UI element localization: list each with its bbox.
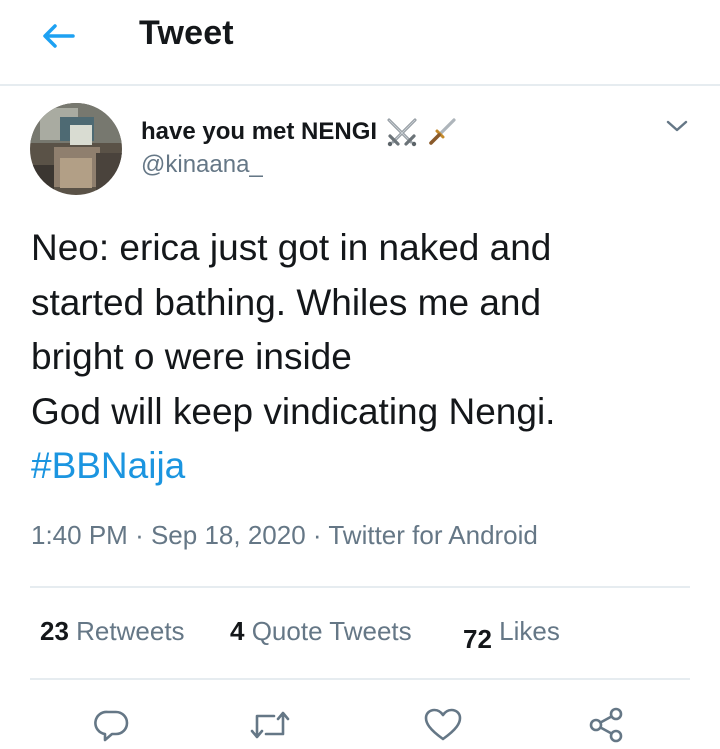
meta-separator: · — [135, 520, 144, 550]
share-button[interactable] — [584, 704, 628, 746]
likes-stat[interactable]: 72 Likes — [463, 616, 560, 654]
tweet-text: Neo: erica just got in naked and started… — [31, 221, 691, 494]
likes-label: Likes — [499, 616, 560, 646]
tweet-line: God will keep vindicating Nengi. — [31, 390, 556, 432]
divider — [30, 586, 690, 588]
retweets-count: 23 — [40, 616, 69, 646]
quote-tweets-count: 4 — [230, 616, 245, 646]
top-bar: Tweet — [0, 0, 720, 86]
share-icon — [589, 707, 623, 743]
quote-tweets-label: Quote Tweets — [251, 616, 412, 646]
dagger-icon — [429, 118, 456, 145]
tweet-source-link[interactable]: Twitter for Android — [328, 520, 538, 550]
avatar[interactable] — [30, 103, 122, 195]
more-options-button[interactable] — [660, 112, 694, 140]
tweet-actions — [0, 700, 720, 749]
quote-tweets-stat[interactable]: 4 Quote Tweets — [230, 616, 412, 647]
author-display-name[interactable]: have you met NENGI — [141, 117, 457, 147]
retweet-icon — [250, 711, 290, 739]
meta-separator: · — [312, 520, 322, 550]
author-handle[interactable]: @kinaana_ — [141, 151, 263, 179]
reply-button[interactable] — [90, 704, 134, 746]
crossed-swords-icon — [387, 118, 417, 147]
hashtag-link[interactable]: #BBNaija — [31, 439, 691, 494]
tweet-line: started bathing. Whiles me and — [31, 281, 542, 323]
arrow-left-icon — [43, 24, 75, 48]
page-title: Tweet — [139, 14, 234, 52]
retweets-stat[interactable]: 23 Retweets — [40, 616, 185, 647]
divider — [30, 678, 690, 680]
chevron-down-icon — [666, 120, 688, 132]
likes-count: 72 — [463, 624, 492, 654]
tweet-date: Sep 18, 2020 — [150, 520, 306, 550]
tweet-line: bright o were inside — [31, 336, 352, 377]
like-button[interactable] — [421, 704, 465, 746]
tweet-meta: 1:40 PM · Sep 18, 2020 · Twitter for And… — [31, 520, 538, 551]
tweet-time: 1:40 PM — [31, 520, 128, 550]
author-name-text: have you met NENGI — [141, 118, 378, 145]
retweets-label: Retweets — [76, 616, 185, 646]
avatar-image — [30, 103, 122, 195]
tweet-line: Neo: erica just got in naked and — [31, 227, 552, 268]
like-icon — [424, 708, 462, 741]
back-button[interactable] — [38, 18, 78, 54]
retweet-button[interactable] — [248, 704, 292, 746]
reply-icon — [94, 710, 129, 742]
